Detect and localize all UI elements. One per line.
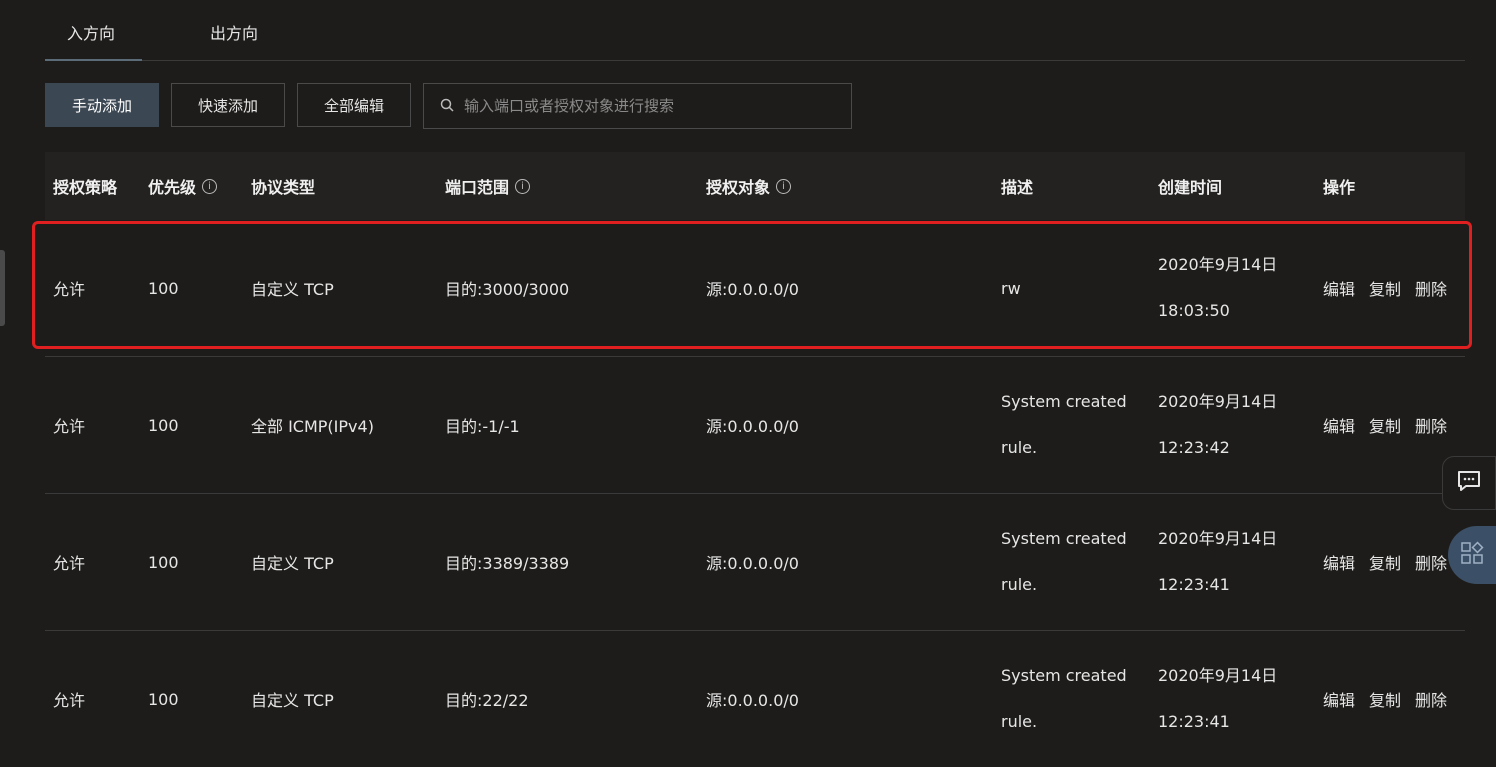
info-icon[interactable]: i <box>202 178 218 194</box>
header-actions: 操作 <box>1323 178 1356 197</box>
cell-actions: 编辑 复制 删除 <box>1323 357 1461 493</box>
description-line-1: System created <box>1001 666 1127 685</box>
created-date: 2020年9月14日 <box>1158 529 1278 548</box>
highlight-box <box>32 221 1472 349</box>
cell-protocol: 全部 ICMP(IPv4) <box>251 417 374 436</box>
edit-link[interactable]: 编辑 <box>1323 413 1355 437</box>
cell-actions: 编辑 复制 删除 <box>1323 631 1461 767</box>
description-line-2: rule. <box>1001 712 1038 731</box>
created-clock: 12:23:41 <box>1158 575 1230 594</box>
chat-button[interactable] <box>1442 456 1496 510</box>
cell-policy: 允许 <box>53 417 86 436</box>
delete-link[interactable]: 删除 <box>1415 413 1447 437</box>
search-icon <box>440 97 454 116</box>
cell-auth-object: 源:0.0.0.0/0 <box>706 691 799 710</box>
search-box[interactable] <box>423 83 852 129</box>
description-line-1: System created <box>1001 529 1127 548</box>
apps-icon <box>1459 540 1485 570</box>
cell-auth-object: 源:0.0.0.0/0 <box>706 554 799 573</box>
created-date: 2020年9月14日 <box>1158 392 1278 411</box>
cell-description: System created rule. <box>1001 631 1127 767</box>
cell-port-range: 目的:3389/3389 <box>445 554 570 573</box>
cell-created-time: 2020年9月14日 12:23:41 <box>1158 494 1277 630</box>
created-clock: 12:23:42 <box>1158 438 1230 457</box>
edit-all-button[interactable]: 全部编辑 <box>297 83 411 127</box>
cell-priority: 100 <box>148 689 179 709</box>
quick-add-button[interactable]: 快速添加 <box>171 83 285 127</box>
direction-tabs: 入方向 出方向 <box>45 0 1465 61</box>
edit-link[interactable]: 编辑 <box>1323 550 1355 574</box>
header-protocol: 协议类型 <box>251 178 316 197</box>
edit-link[interactable]: 编辑 <box>1323 687 1355 711</box>
info-icon[interactable]: i <box>776 178 792 194</box>
cell-created-time: 2020年9月14日 12:23:41 <box>1158 631 1277 767</box>
header-created-time: 创建时间 <box>1158 178 1223 197</box>
cell-policy: 允许 <box>53 691 86 710</box>
created-date: 2020年9月14日 <box>1158 666 1278 685</box>
tab-inbound[interactable]: 入方向 <box>67 20 115 44</box>
cell-created-time: 2020年9月14日 12:23:42 <box>1158 357 1277 493</box>
tab-outbound[interactable]: 出方向 <box>210 20 258 44</box>
delete-link[interactable]: 删除 <box>1415 550 1447 574</box>
active-tab-indicator <box>45 59 142 61</box>
side-collapse-handle[interactable] <box>0 250 5 326</box>
cell-port-range: 目的:-1/-1 <box>445 417 520 436</box>
cell-auth-object: 源:0.0.0.0/0 <box>706 417 799 436</box>
header-description: 描述 <box>1001 178 1034 197</box>
cell-description: System created rule. <box>1001 494 1127 630</box>
cell-priority: 100 <box>148 552 179 572</box>
copy-link[interactable]: 复制 <box>1369 550 1401 574</box>
header-priority: 优先级 i <box>148 152 218 220</box>
cell-protocol: 自定义 TCP <box>251 691 334 710</box>
created-clock: 12:23:41 <box>1158 712 1230 731</box>
table-row: 允许 100 自定义 TCP 目的:22/22 源:0.0.0.0/0 Syst… <box>45 631 1465 767</box>
header-auth-object: 授权对象 i <box>706 152 792 220</box>
cell-description: System created rule. <box>1001 357 1127 493</box>
cell-protocol: 自定义 TCP <box>251 554 334 573</box>
manual-add-button[interactable]: 手动添加 <box>45 83 159 127</box>
search-input[interactable] <box>462 96 846 116</box>
copy-link[interactable]: 复制 <box>1369 413 1401 437</box>
header-port-range: 端口范围 i <box>445 152 531 220</box>
cell-policy: 允许 <box>53 554 86 573</box>
cell-priority: 100 <box>148 415 179 435</box>
cell-port-range: 目的:22/22 <box>445 691 529 710</box>
header-policy: 授权策略 <box>53 178 118 197</box>
table-row: 允许 100 自定义 TCP 目的:3389/3389 源:0.0.0.0/0 … <box>45 494 1465 631</box>
table-row: 允许 100 全部 ICMP(IPv4) 目的:-1/-1 源:0.0.0.0/… <box>45 357 1465 494</box>
table-header: 授权策略 优先级 i 协议类型 端口范围 i 授权对象 i 描述 创建时间 操作 <box>45 152 1465 220</box>
description-line-2: rule. <box>1001 438 1038 457</box>
cell-actions: 编辑 复制 删除 <box>1323 494 1461 630</box>
description-line-1: System created <box>1001 392 1127 411</box>
info-icon[interactable]: i <box>515 178 531 194</box>
delete-link[interactable]: 删除 <box>1415 687 1447 711</box>
description-line-2: rule. <box>1001 575 1038 594</box>
chat-icon <box>1456 468 1482 498</box>
copy-link[interactable]: 复制 <box>1369 687 1401 711</box>
